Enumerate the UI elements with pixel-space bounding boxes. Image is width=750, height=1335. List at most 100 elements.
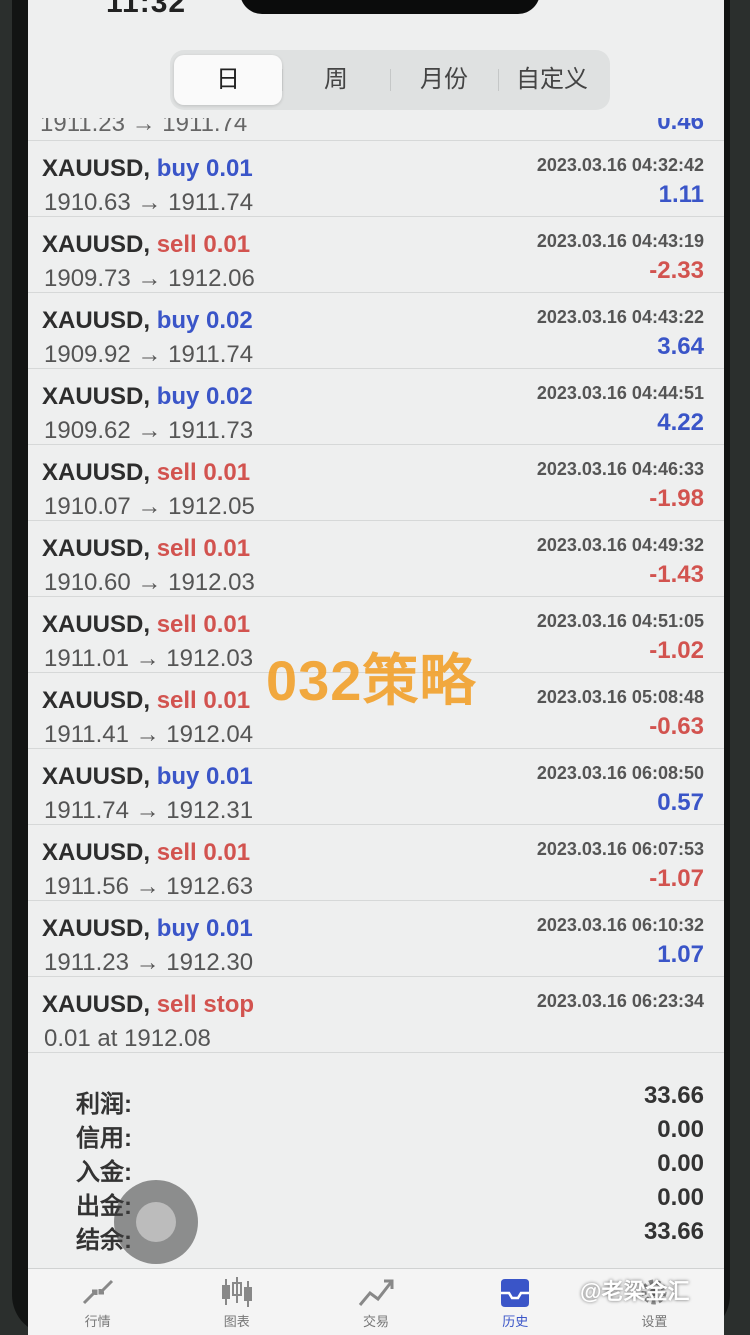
summary-value: 0.00 xyxy=(657,1150,704,1177)
trade-prices: 1911.41 → 1912.04 xyxy=(44,721,254,748)
trade-symbol-name: XAUUSD, xyxy=(42,459,151,486)
trade-symbol: XAUUSD, sell 0.01 xyxy=(42,611,250,639)
tab-charts[interactable]: 图表 xyxy=(167,1269,306,1335)
trade-symbol: XAUUSD, buy 0.01 xyxy=(42,155,253,183)
trade-side: buy 0.01 xyxy=(156,155,253,182)
status-time: 11:32 xyxy=(106,0,187,19)
trade-symbol: XAUUSD, sell 0.01 xyxy=(42,459,250,487)
trade-profit: 0.57 xyxy=(657,789,704,816)
period-selector: 日 周 月份 自定义 xyxy=(170,50,610,110)
trade-side: buy 0.02 xyxy=(156,307,253,334)
table-row[interactable]: XAUUSD, buy 0.01 1910.63 → 1911.74 2023.03… xyxy=(28,141,724,217)
trade-profit: 4.22 xyxy=(657,409,704,436)
summary-row-profit: 利润: 33.66 xyxy=(28,1080,724,1118)
trade-symbol: XAUUSD, buy 0.02 xyxy=(42,383,253,411)
assistive-touch-button[interactable] xyxy=(114,1180,198,1264)
trade-side: sell 0.01 xyxy=(156,459,251,486)
trade-symbol-name: XAUUSD, xyxy=(42,991,151,1018)
tab-day[interactable]: 日 xyxy=(174,55,282,105)
table-row[interactable]: XAUUSD, sell 0.01 1909.73 → 1912.06 2023.0… xyxy=(28,217,724,293)
trade-time: 2023.03.16 04:43:22 xyxy=(536,307,704,327)
trade-time: 2023.03.16 06:08:50 xyxy=(536,763,704,783)
tab-week[interactable]: 周 xyxy=(282,55,390,105)
trade-prices: 0.01 at 1912.08 xyxy=(44,1025,211,1052)
trade-profit: -1.07 xyxy=(649,865,704,892)
trade-prices: 1909.92 → 1911.74 xyxy=(44,341,254,368)
table-row[interactable]: XAUUSD, sell 0.01 1910.07 → 1912.05 2023.0… xyxy=(28,445,724,521)
trade-time: 2023.03.16 04:46:33 xyxy=(536,459,704,479)
trade-time: 2023.03.16 04:49:32 xyxy=(536,535,704,555)
table-row[interactable]: XAUUSD, buy 0.02 1909.92 → 1911.74 2023.03… xyxy=(28,293,724,369)
trade-symbol-name: XAUUSD, xyxy=(42,687,151,714)
trade-profit: 1.07 xyxy=(657,941,704,968)
trade-line-icon xyxy=(358,1279,394,1306)
summary-value: 33.66 xyxy=(643,1082,704,1109)
history-tray-icon xyxy=(501,1279,530,1307)
trade-symbol: XAUUSD, sell 0.01 xyxy=(42,231,250,259)
phone-frame: 11:32 日 周 月份 自定义 1911.23 → 1911.74 0.46 … xyxy=(12,0,730,1335)
tab-label: 图表 xyxy=(223,1314,250,1329)
watermark-text: 032策略 xyxy=(266,649,477,712)
trade-symbol-name: XAUUSD, xyxy=(42,155,151,182)
tab-trade[interactable]: 交易 xyxy=(306,1269,445,1335)
trade-symbol: XAUUSD, buy 0.01 xyxy=(42,763,253,791)
trade-time: 2023.03.16 06:07:53 xyxy=(536,839,704,859)
tab-history[interactable]: 历史 xyxy=(446,1269,585,1335)
trade-prices: 1909.62 → 1911.73 xyxy=(44,417,254,444)
trade-profit: 0.46 xyxy=(657,118,704,135)
screen: 11:32 日 周 月份 自定义 1911.23 → 1911.74 0.46 … xyxy=(28,0,724,1335)
trade-symbol: XAUUSD, sell 0.01 xyxy=(42,687,250,715)
trade-side: sell 0.01 xyxy=(156,231,251,258)
trade-side: sell 0.01 xyxy=(156,611,251,638)
trade-profit: -1.43 xyxy=(649,561,704,588)
trade-symbol-name: XAUUSD, xyxy=(42,383,151,410)
trade-symbol-name: XAUUSD, xyxy=(42,611,151,638)
trade-side: sell 0.01 xyxy=(156,687,251,714)
table-row[interactable]: XAUUSD, buy 0.01 1911.23 → 1912.30 2023.03… xyxy=(28,901,724,977)
trade-prices: 1911.23 → 1911.74 xyxy=(40,118,248,137)
tab-custom[interactable]: 自定义 xyxy=(498,55,606,105)
trade-symbol-name: XAUUSD, xyxy=(42,915,151,942)
trade-side: buy 0.01 xyxy=(156,763,253,790)
summary-value: 0.00 xyxy=(657,1116,704,1143)
tab-quotes[interactable]: 行情 xyxy=(28,1269,167,1335)
candlestick-icon xyxy=(221,1277,252,1307)
trend-arrows-icon xyxy=(82,1279,113,1305)
trade-symbol-name: XAUUSD, xyxy=(42,307,151,334)
trade-time: 2023.03.16 06:10:32 xyxy=(536,915,704,935)
table-row-partial[interactable]: 1911.23 → 1911.74 0.46 xyxy=(28,118,724,141)
trade-side: sell 0.01 xyxy=(156,535,251,562)
trade-side: sell 0.01 xyxy=(156,839,251,866)
trade-symbol-name: XAUUSD, xyxy=(42,763,151,790)
trade-time: 2023.03.16 04:32:42 xyxy=(536,155,704,175)
notch xyxy=(240,0,540,14)
trade-profit: -1.98 xyxy=(649,485,704,512)
summary-row-credit: 信用: 0.00 xyxy=(28,1114,724,1152)
trade-symbol: XAUUSD, sell 0.01 xyxy=(42,839,250,867)
credit-watermark: @老梁金汇 xyxy=(580,1279,690,1304)
trade-symbol: XAUUSD, sell stop xyxy=(42,991,254,1019)
trade-symbol-name: XAUUSD, xyxy=(42,231,151,258)
trade-prices: 1911.74 → 1912.31 xyxy=(44,797,254,824)
table-row[interactable]: XAUUSD, sell 0.01 1910.60 → 1912.03 2023.0… xyxy=(28,521,724,597)
tab-label: 交易 xyxy=(363,1314,390,1329)
trade-symbol-name: XAUUSD, xyxy=(42,839,151,866)
trade-profit: -0.63 xyxy=(649,713,704,740)
trade-profit: 3.64 xyxy=(657,333,704,360)
trade-prices: 1910.60 → 1912.03 xyxy=(44,569,255,596)
trade-side: buy 0.02 xyxy=(156,383,253,410)
tab-label: 设置 xyxy=(641,1314,668,1329)
tab-month[interactable]: 月份 xyxy=(390,55,498,105)
trade-time: 2023.03.16 04:43:19 xyxy=(536,231,704,251)
trade-symbol: XAUUSD, buy 0.02 xyxy=(42,307,253,335)
table-row[interactable]: XAUUSD, sell stop 0.01 at 1912.08 2023.03.… xyxy=(28,977,724,1053)
trade-time: 2023.03.16 04:51:05 xyxy=(536,611,704,631)
tab-label: 历史 xyxy=(502,1314,529,1329)
table-row[interactable]: XAUUSD, buy 0.01 1911.74 → 1912.31 2023.03… xyxy=(28,749,724,825)
trade-time: 2023.03.16 05:08:48 xyxy=(536,687,704,707)
trade-time: 2023.03.16 04:44:51 xyxy=(536,383,704,403)
trade-prices: 1909.73 → 1912.06 xyxy=(44,265,255,292)
table-row[interactable]: XAUUSD, sell 0.01 1911.56 → 1912.63 2023.0… xyxy=(28,825,724,901)
table-row[interactable]: XAUUSD, buy 0.02 1909.62 → 1911.73 2023.03… xyxy=(28,369,724,445)
tab-label: 行情 xyxy=(84,1314,111,1329)
